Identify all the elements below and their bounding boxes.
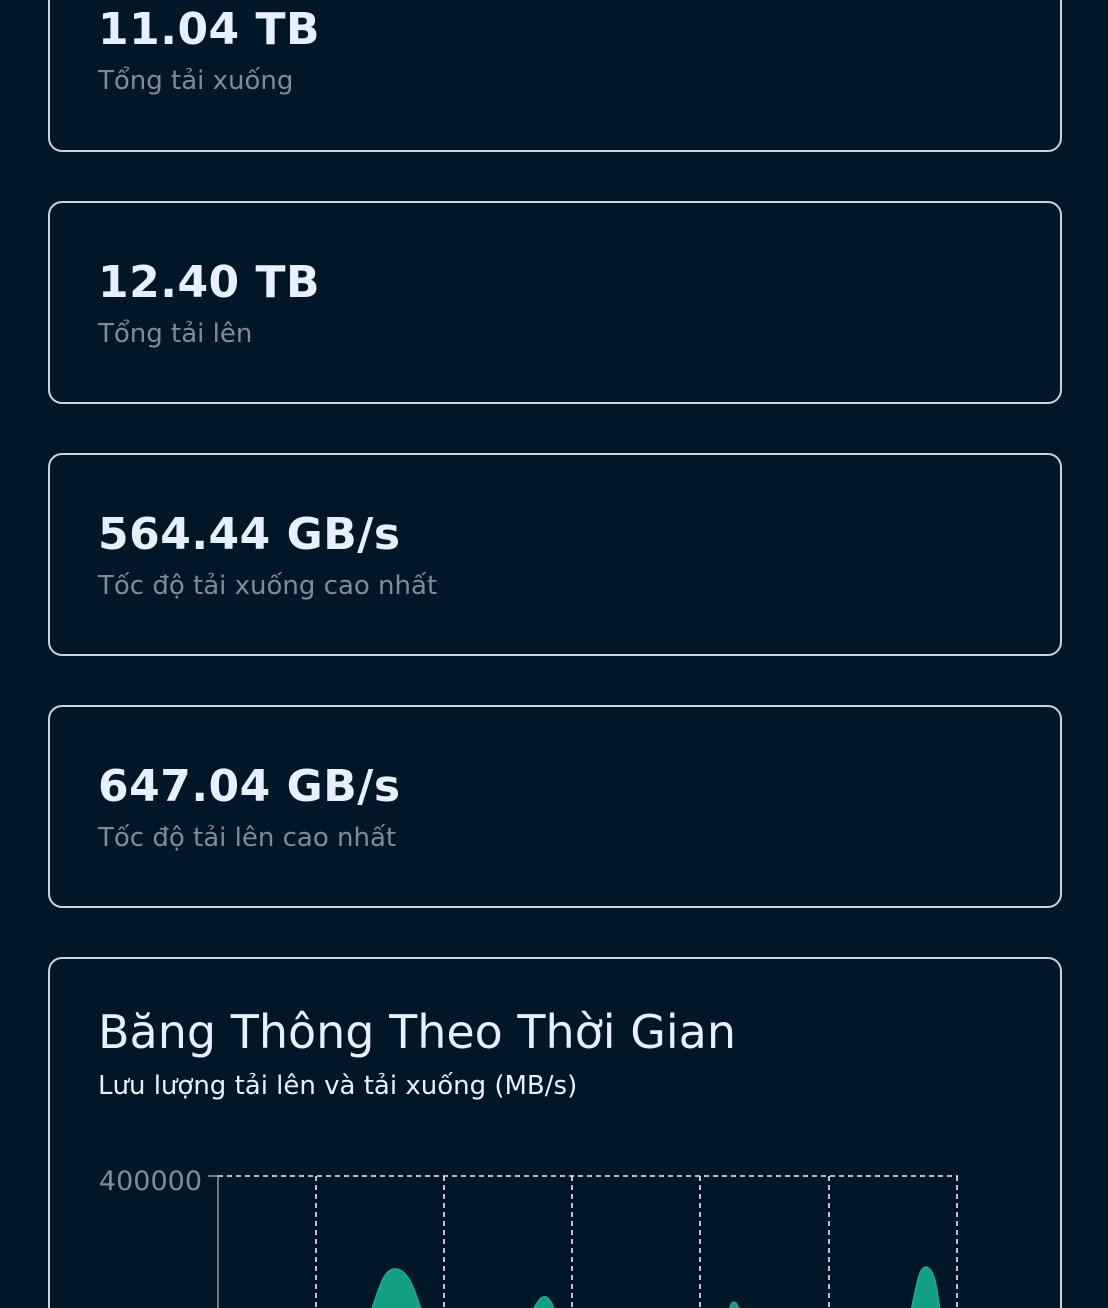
chart-series-area [371,1266,941,1308]
area-peak [910,1266,941,1308]
stat-card-total-upload: 12.40 TB Tổng tải lên [48,201,1062,404]
y-tick-label: 400000 [99,1166,202,1197]
stat-card-total-download: 11.04 TB Tổng tải xuống [48,0,1062,152]
stat-value: 564.44 GB/s [98,509,401,560]
bandwidth-chart-card: Băng Thông Theo Thời Gian Lưu lượng tải … [48,957,1062,1308]
stat-label: Tốc độ tải lên cao nhất [98,823,397,853]
area-peak [371,1268,422,1308]
stat-label: Tổng tải lên [98,319,253,349]
bandwidth-chart: 400000 [99,1166,958,1308]
stat-card-peak-upload: 647.04 GB/s Tốc độ tải lên cao nhất [48,705,1062,908]
area-peak [533,1296,555,1308]
stat-value: 11.04 TB [98,4,321,55]
stat-value: 647.04 GB/s [98,761,401,812]
area-peak [729,1301,740,1308]
stat-label: Tốc độ tải xuống cao nhất [98,571,438,601]
stat-label: Tổng tải xuống [98,66,294,96]
bandwidth-dashboard: 11.04 TB Tổng tải xuống 12.40 TB Tổng tả… [0,0,1108,1308]
stat-card-peak-download: 564.44 GB/s Tốc độ tải xuống cao nhất [48,453,1062,656]
stat-value: 12.40 TB [98,257,321,308]
chart-gridlines [218,1175,958,1308]
